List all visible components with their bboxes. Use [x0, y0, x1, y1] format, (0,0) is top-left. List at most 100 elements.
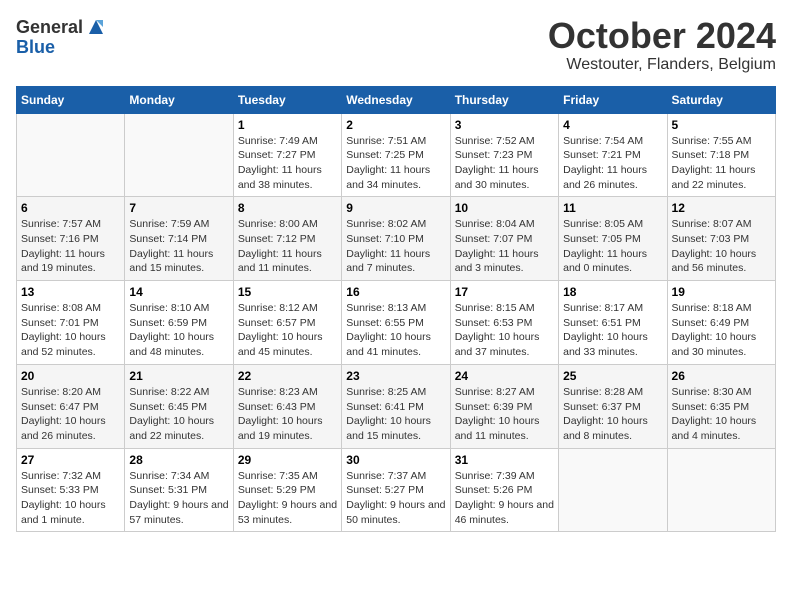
day-number: 22	[238, 369, 337, 383]
calendar-day-cell: 8 Sunrise: 8:00 AMSunset: 7:12 PMDaylight…	[233, 197, 341, 281]
calendar-day-cell: 27 Sunrise: 7:32 AMSunset: 5:33 PMDayligh…	[17, 448, 125, 532]
calendar-day-cell: 9 Sunrise: 8:02 AMSunset: 7:10 PMDaylight…	[342, 197, 450, 281]
day-info: Sunrise: 7:32 AMSunset: 5:33 PMDaylight:…	[21, 469, 120, 528]
day-number: 19	[672, 285, 771, 299]
day-info: Sunrise: 8:22 AMSunset: 6:45 PMDaylight:…	[129, 385, 228, 444]
calendar-week-row: 20 Sunrise: 8:20 AMSunset: 6:47 PMDayligh…	[17, 364, 776, 448]
calendar-week-row: 1Sunrise: 7:49 AMSunset: 7:27 PMDaylight…	[17, 113, 776, 197]
calendar-table: SundayMondayTuesdayWednesdayThursdayFrid…	[16, 86, 776, 533]
calendar-header-row: SundayMondayTuesdayWednesdayThursdayFrid…	[17, 86, 776, 113]
day-number: 31	[455, 453, 554, 467]
calendar-day-cell: 12 Sunrise: 8:07 AMSunset: 7:03 PMDayligh…	[667, 197, 775, 281]
day-info: Sunrise: 8:25 AMSunset: 6:41 PMDaylight:…	[346, 385, 445, 444]
day-number: 9	[346, 201, 445, 215]
day-info: Sunrise: 8:00 AMSunset: 7:12 PMDaylight:…	[238, 217, 337, 276]
day-info: Sunrise: 7:34 AMSunset: 5:31 PMDaylight:…	[129, 469, 228, 528]
day-info: Sunrise: 7:49 AMSunset: 7:27 PMDaylight:…	[238, 134, 337, 193]
calendar-day-cell	[125, 113, 233, 197]
calendar-day-header: Wednesday	[342, 86, 450, 113]
calendar-day-cell: 23 Sunrise: 8:25 AMSunset: 6:41 PMDayligh…	[342, 364, 450, 448]
calendar-day-cell: 31 Sunrise: 7:39 AMSunset: 5:26 PMDayligh…	[450, 448, 558, 532]
day-info: Sunrise: 8:07 AMSunset: 7:03 PMDaylight:…	[672, 217, 771, 276]
calendar-day-cell: 2 Sunrise: 7:51 AMSunset: 7:25 PMDaylight…	[342, 113, 450, 197]
day-number: 12	[672, 201, 771, 215]
day-number: 28	[129, 453, 228, 467]
calendar-day-cell: 16 Sunrise: 8:13 AMSunset: 6:55 PMDayligh…	[342, 281, 450, 365]
calendar-day-header: Friday	[559, 86, 667, 113]
day-number: 13	[21, 285, 120, 299]
calendar-day-cell	[17, 113, 125, 197]
day-number: 3	[455, 118, 554, 132]
day-info: Sunrise: 7:54 AMSunset: 7:21 PMDaylight:…	[563, 134, 662, 193]
calendar-day-cell: 22Sunrise: 8:23 AMSunset: 6:43 PMDayligh…	[233, 364, 341, 448]
calendar-day-cell: 17Sunrise: 8:15 AMSunset: 6:53 PMDayligh…	[450, 281, 558, 365]
day-number: 10	[455, 201, 554, 215]
calendar-day-cell: 11 Sunrise: 8:05 AMSunset: 7:05 PMDayligh…	[559, 197, 667, 281]
day-info: Sunrise: 8:05 AMSunset: 7:05 PMDaylight:…	[563, 217, 662, 276]
day-number: 14	[129, 285, 228, 299]
day-info: Sunrise: 7:39 AMSunset: 5:26 PMDaylight:…	[455, 469, 554, 528]
calendar-day-cell: 4Sunrise: 7:54 AMSunset: 7:21 PMDaylight…	[559, 113, 667, 197]
day-number: 29	[238, 453, 337, 467]
logo-icon	[85, 16, 107, 38]
calendar-day-cell: 1Sunrise: 7:49 AMSunset: 7:27 PMDaylight…	[233, 113, 341, 197]
day-info: Sunrise: 8:02 AMSunset: 7:10 PMDaylight:…	[346, 217, 445, 276]
calendar-day-header: Saturday	[667, 86, 775, 113]
day-info: Sunrise: 7:59 AMSunset: 7:14 PMDaylight:…	[129, 217, 228, 276]
calendar-day-cell: 29 Sunrise: 7:35 AMSunset: 5:29 PMDayligh…	[233, 448, 341, 532]
day-info: Sunrise: 8:17 AMSunset: 6:51 PMDaylight:…	[563, 301, 662, 360]
day-number: 6	[21, 201, 120, 215]
calendar-week-row: 6 Sunrise: 7:57 AMSunset: 7:16 PMDaylight…	[17, 197, 776, 281]
calendar-day-cell: 30Sunrise: 7:37 AMSunset: 5:27 PMDayligh…	[342, 448, 450, 532]
day-info: Sunrise: 8:13 AMSunset: 6:55 PMDaylight:…	[346, 301, 445, 360]
calendar-day-cell: 15 Sunrise: 8:12 AMSunset: 6:57 PMDayligh…	[233, 281, 341, 365]
day-number: 11	[563, 201, 662, 215]
day-info: Sunrise: 7:35 AMSunset: 5:29 PMDaylight:…	[238, 469, 337, 528]
calendar-day-cell: 18 Sunrise: 8:17 AMSunset: 6:51 PMDayligh…	[559, 281, 667, 365]
calendar-day-cell: 5Sunrise: 7:55 AMSunset: 7:18 PMDaylight…	[667, 113, 775, 197]
day-info: Sunrise: 8:12 AMSunset: 6:57 PMDaylight:…	[238, 301, 337, 360]
day-info: Sunrise: 7:51 AMSunset: 7:25 PMDaylight:…	[346, 134, 445, 193]
day-number: 20	[21, 369, 120, 383]
day-number: 16	[346, 285, 445, 299]
calendar-day-cell: 19 Sunrise: 8:18 AMSunset: 6:49 PMDayligh…	[667, 281, 775, 365]
calendar-day-header: Sunday	[17, 86, 125, 113]
day-info: Sunrise: 8:08 AMSunset: 7:01 PMDaylight:…	[21, 301, 120, 360]
day-number: 2	[346, 118, 445, 132]
day-number: 15	[238, 285, 337, 299]
calendar-day-cell: 26Sunrise: 8:30 AMSunset: 6:35 PMDayligh…	[667, 364, 775, 448]
calendar-week-row: 27 Sunrise: 7:32 AMSunset: 5:33 PMDayligh…	[17, 448, 776, 532]
day-number: 26	[672, 369, 771, 383]
day-info: Sunrise: 8:18 AMSunset: 6:49 PMDaylight:…	[672, 301, 771, 360]
calendar-day-cell: 7Sunrise: 7:59 AMSunset: 7:14 PMDaylight…	[125, 197, 233, 281]
logo: General Blue	[16, 16, 107, 56]
calendar-day-header: Monday	[125, 86, 233, 113]
calendar-day-cell: 25 Sunrise: 8:28 AMSunset: 6:37 PMDayligh…	[559, 364, 667, 448]
month-title: October 2024	[548, 16, 776, 56]
day-info: Sunrise: 7:52 AMSunset: 7:23 PMDaylight:…	[455, 134, 554, 193]
day-info: Sunrise: 8:28 AMSunset: 6:37 PMDaylight:…	[563, 385, 662, 444]
calendar-day-header: Thursday	[450, 86, 558, 113]
day-number: 27	[21, 453, 120, 467]
calendar-day-cell: 13 Sunrise: 8:08 AMSunset: 7:01 PMDayligh…	[17, 281, 125, 365]
day-info: Sunrise: 8:20 AMSunset: 6:47 PMDaylight:…	[21, 385, 120, 444]
day-info: Sunrise: 7:55 AMSunset: 7:18 PMDaylight:…	[672, 134, 771, 193]
day-number: 18	[563, 285, 662, 299]
calendar-day-cell: 6 Sunrise: 7:57 AMSunset: 7:16 PMDaylight…	[17, 197, 125, 281]
day-number: 21	[129, 369, 228, 383]
location-title: Westouter, Flanders, Belgium	[548, 56, 776, 74]
day-number: 30	[346, 453, 445, 467]
calendar-day-header: Tuesday	[233, 86, 341, 113]
calendar-day-cell: 3 Sunrise: 7:52 AMSunset: 7:23 PMDaylight…	[450, 113, 558, 197]
day-number: 17	[455, 285, 554, 299]
day-info: Sunrise: 7:57 AMSunset: 7:16 PMDaylight:…	[21, 217, 120, 276]
calendar-day-cell	[559, 448, 667, 532]
calendar-day-cell: 21 Sunrise: 8:22 AMSunset: 6:45 PMDayligh…	[125, 364, 233, 448]
logo-blue-text: Blue	[16, 38, 55, 56]
day-number: 25	[563, 369, 662, 383]
calendar-day-cell: 28 Sunrise: 7:34 AMSunset: 5:31 PMDayligh…	[125, 448, 233, 532]
day-number: 24	[455, 369, 554, 383]
day-number: 8	[238, 201, 337, 215]
calendar-day-cell: 24Sunrise: 8:27 AMSunset: 6:39 PMDayligh…	[450, 364, 558, 448]
day-number: 23	[346, 369, 445, 383]
